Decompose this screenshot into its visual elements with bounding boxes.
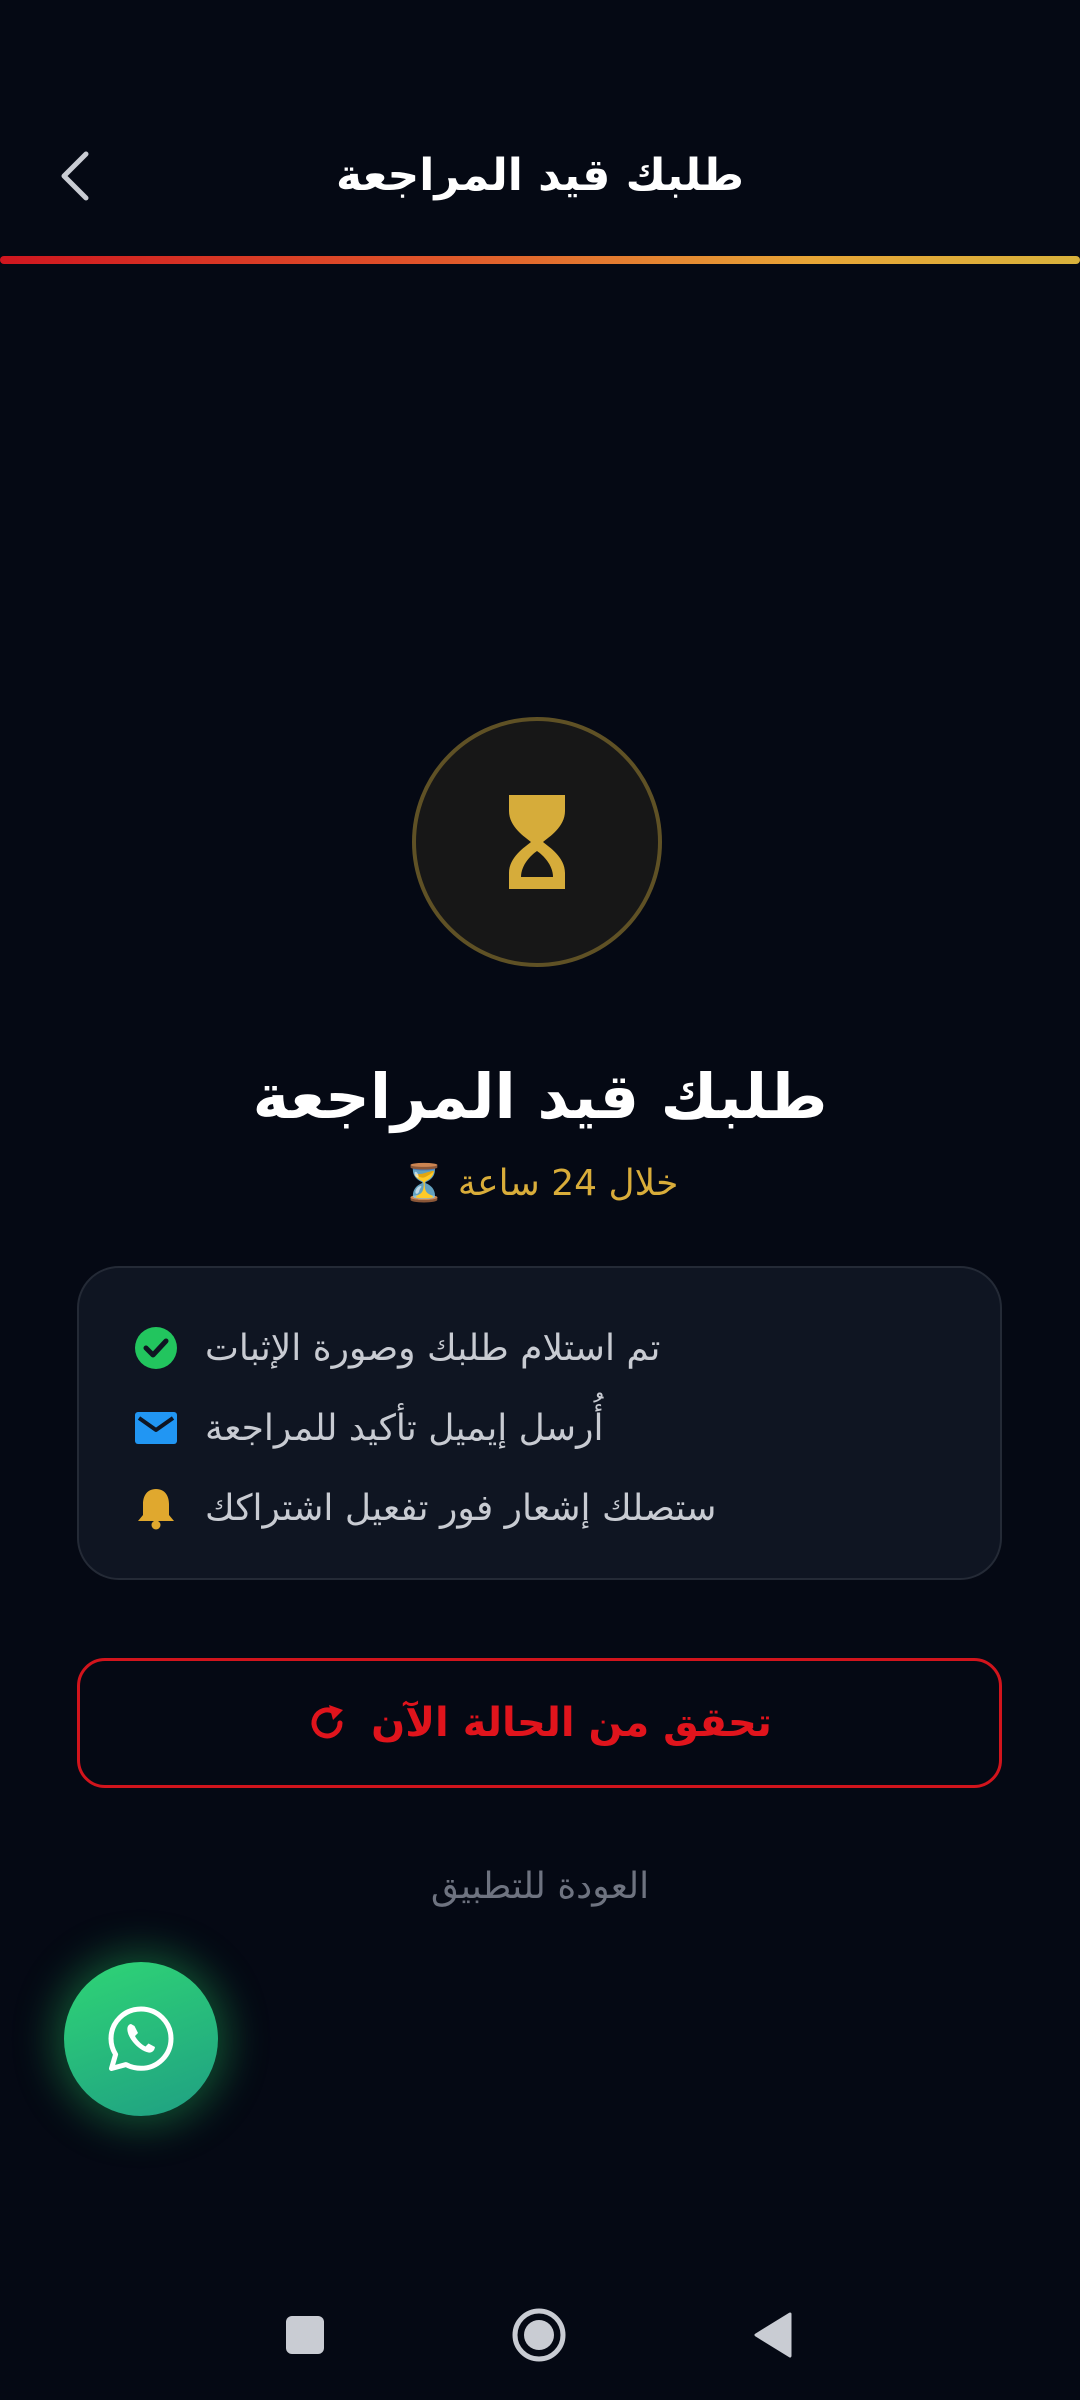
triangle-back-icon (754, 2312, 792, 2358)
home-circle-icon (512, 2308, 566, 2362)
header-title: طلبك قيد المراجعة (336, 150, 744, 201)
status-subtitle: خلال 24 ساعة ⏳ (401, 1163, 679, 1204)
check-status-button[interactable]: تحقق من الحالة الآن (77, 1658, 1002, 1788)
status-badge (412, 717, 662, 967)
whatsapp-icon (108, 2006, 174, 2071)
info-text: ستصلك إشعار فور تفعيل اشتراكك (205, 1487, 717, 1529)
refresh-icon (311, 1705, 344, 1739)
hourglass-icon (509, 795, 565, 889)
info-row-email: أُرسل إيميل تأكيد للمراجعة (133, 1398, 603, 1458)
status-title: طلبك قيد المراجعة (252, 1060, 828, 1133)
check-status-label: تحقق من الحالة الآن (371, 1700, 772, 1746)
back-to-app-link[interactable]: العودة للتطبيق (0, 1866, 1080, 1907)
bell-icon (133, 1485, 179, 1531)
info-card: تم استلام طلبك وصورة الإثبات أُرسل إيميل… (77, 1266, 1002, 1580)
mail-icon (133, 1405, 179, 1451)
info-text: أُرسل إيميل تأكيد للمراجعة (205, 1407, 604, 1449)
info-text: تم استلام طلبك وصورة الإثبات (205, 1327, 661, 1369)
home-button[interactable] (494, 2290, 584, 2380)
system-nav-bar (0, 2290, 1080, 2380)
recents-button[interactable] (260, 2290, 350, 2380)
nav-back-button[interactable] (728, 2290, 818, 2380)
app-header: طلبك قيد المراجعة (0, 120, 1080, 240)
whatsapp-button[interactable] (64, 1962, 218, 2116)
screen: طلبك قيد المراجعة طلبك قيد المراجعة خلال… (0, 0, 1080, 2400)
progress-gradient-bar (0, 256, 1080, 264)
check-circle-icon (133, 1325, 179, 1371)
square-icon (286, 2316, 324, 2354)
info-row-notification: ستصلك إشعار فور تفعيل اشتراكك (133, 1478, 716, 1538)
info-row-received: تم استلام طلبك وصورة الإثبات (133, 1318, 660, 1378)
